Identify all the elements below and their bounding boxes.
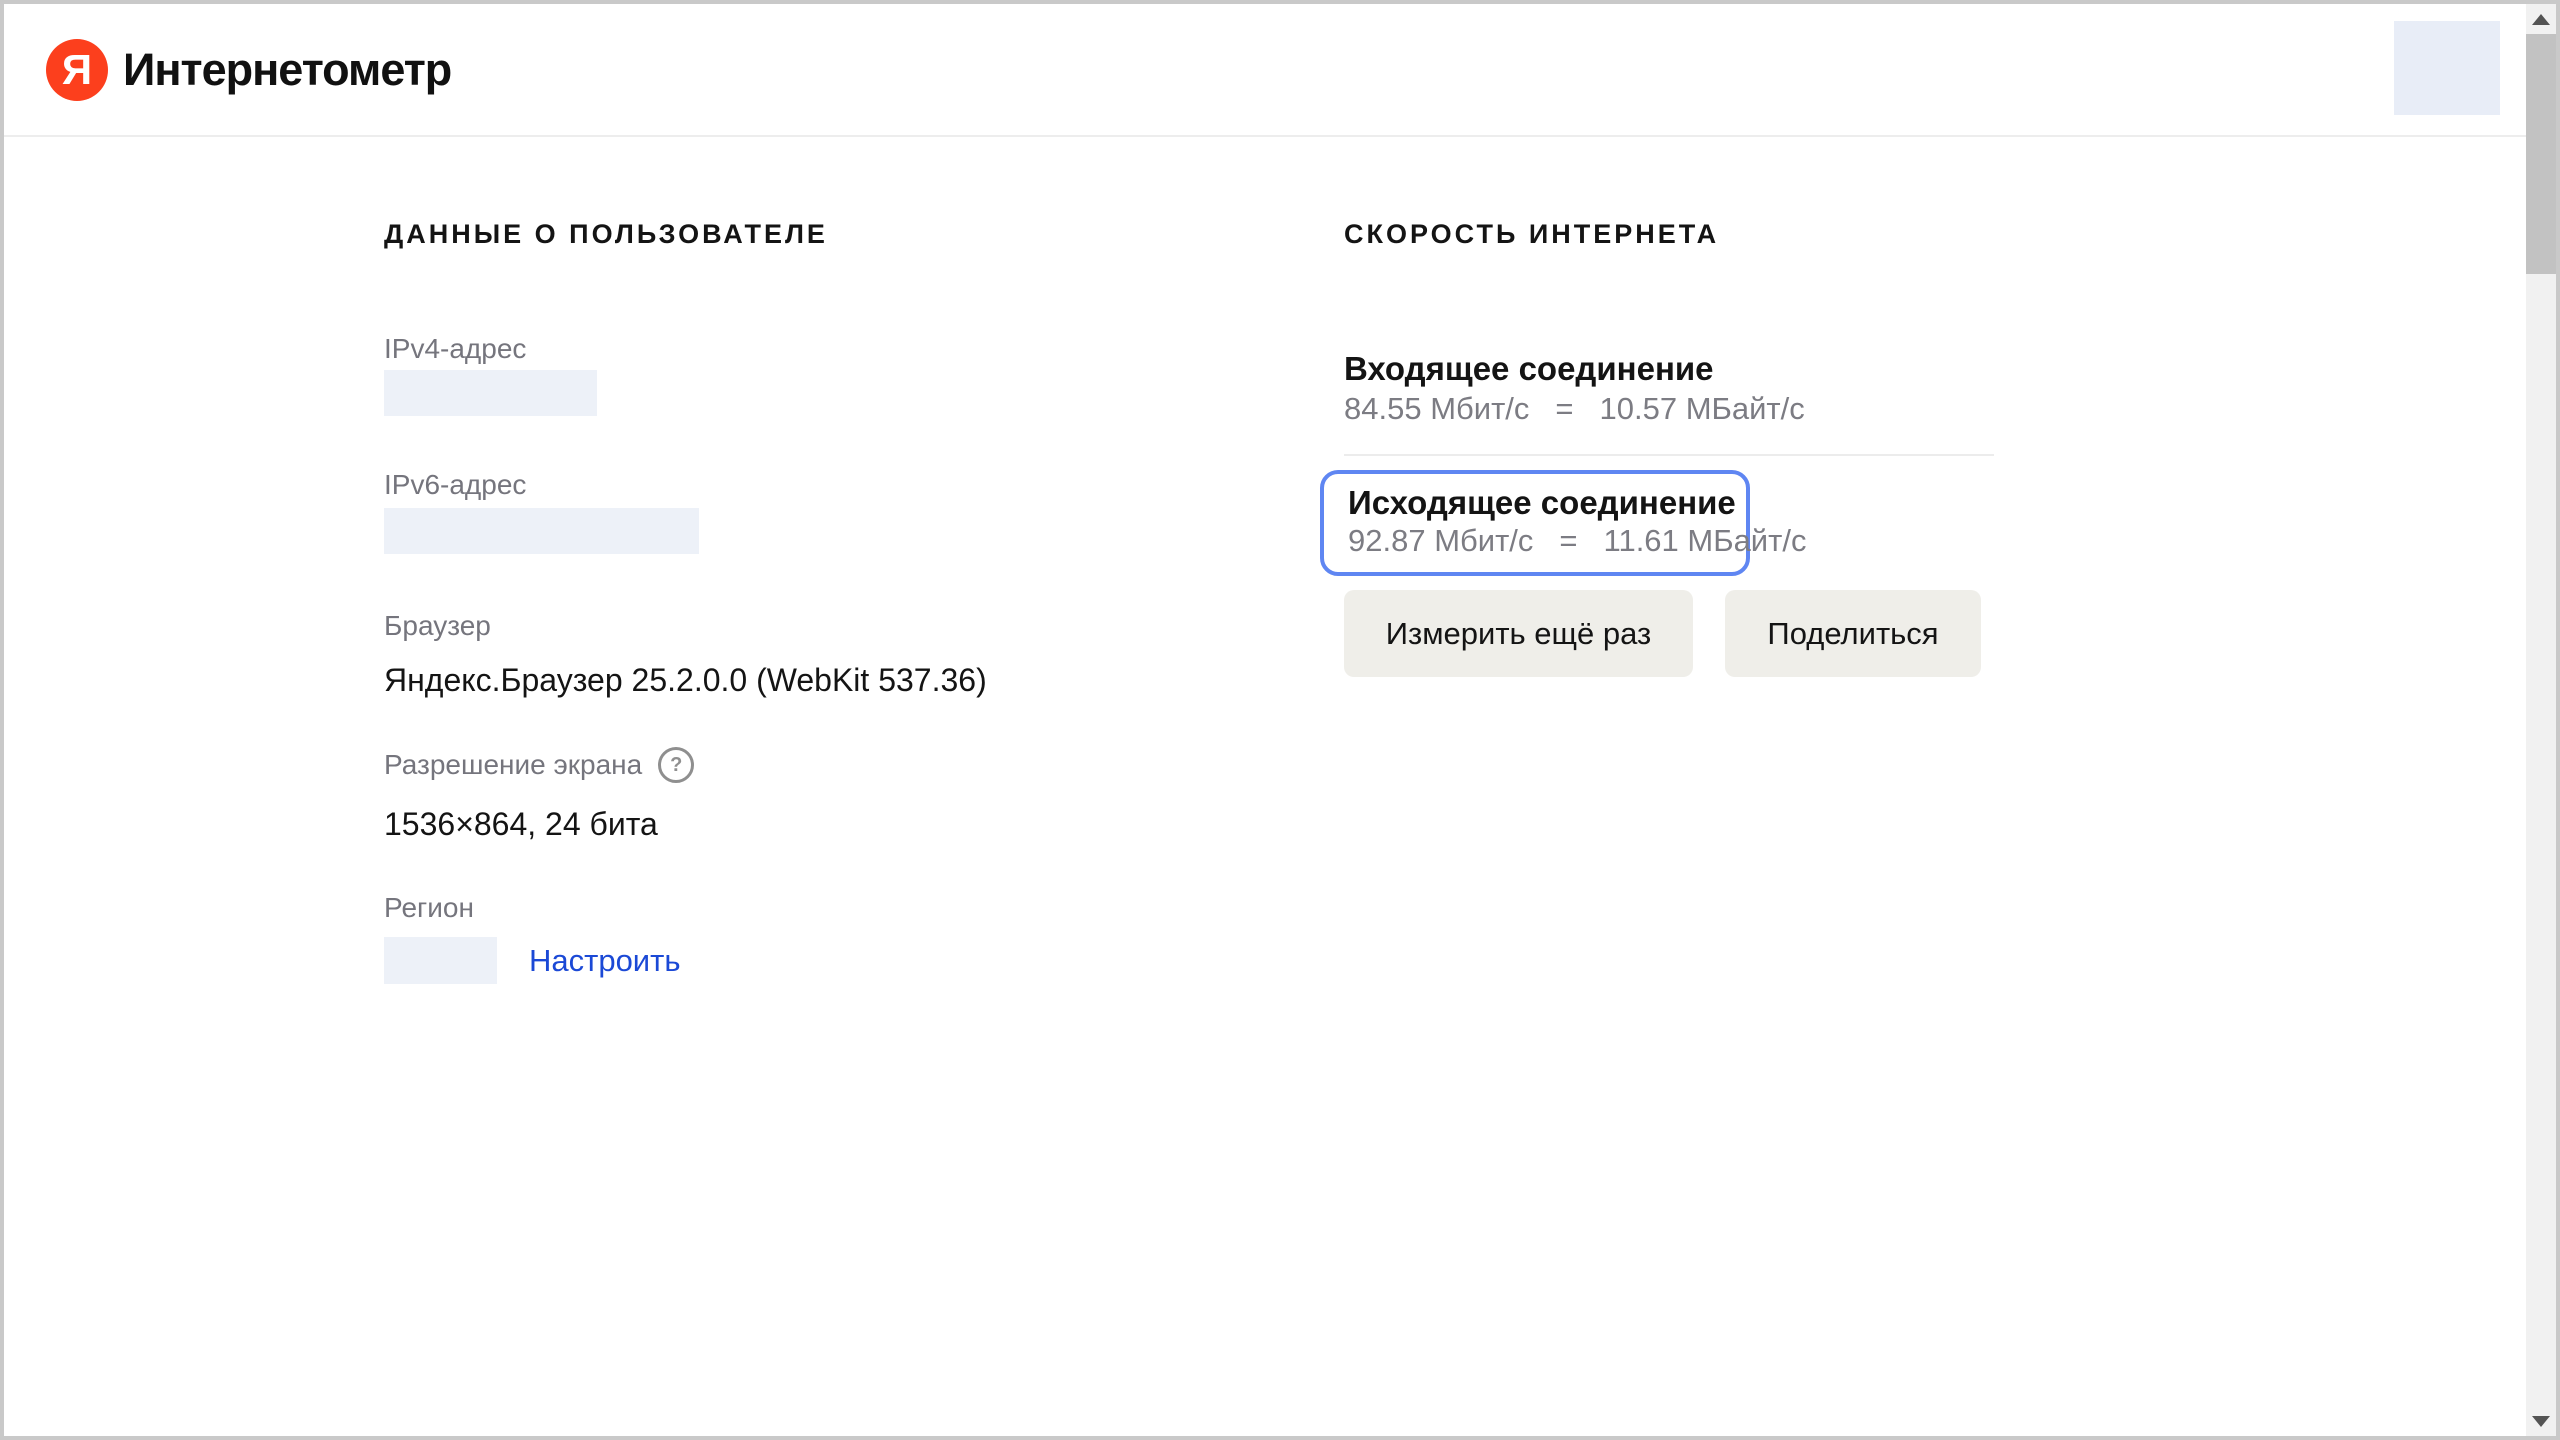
- header: Я Интернетометр: [4, 4, 2526, 137]
- scroll-down-arrow-icon: [2532, 1416, 2550, 1427]
- ipv6-label: IPv6-адрес: [384, 468, 1004, 502]
- ipv4-value-redacted: [384, 370, 597, 416]
- region-value-redacted: [384, 937, 497, 984]
- ipv4-label: IPv4-адрес: [384, 332, 1004, 366]
- region-configure-link[interactable]: Настроить: [529, 943, 680, 979]
- internet-speed-section: СКОРОСТЬ ИНТЕРНЕТА Входящее соединение 8…: [1344, 218, 1994, 677]
- scrollbar-down-button[interactable]: [2526, 1406, 2556, 1436]
- measure-again-button[interactable]: Измерить ещё раз: [1344, 590, 1693, 677]
- resolution-label-row: Разрешение экрана ?: [384, 747, 1004, 783]
- speed-actions-row: Измерить ещё раз Поделиться: [1344, 590, 1994, 677]
- header-banner-placeholder: [2394, 21, 2500, 115]
- download-mbit-value: 84.55 Мбит/с: [1344, 391, 1529, 426]
- vertical-scrollbar[interactable]: [2526, 4, 2556, 1436]
- equals-sign: =: [1555, 391, 1573, 426]
- equals-sign: =: [1559, 523, 1577, 558]
- download-connection-values: 84.55 Мбит/с = 10.57 МБайт/с: [1344, 392, 1994, 426]
- region-row: Настроить: [384, 937, 1004, 984]
- upload-mbyte-value: 11.61 МБайт/с: [1604, 523, 1807, 558]
- internetometer-page: Я Интернетометр ДАННЫЕ О ПОЛЬЗОВАТЕЛЕ IP…: [0, 0, 2560, 1440]
- region-label: Регион: [384, 891, 1004, 925]
- share-button[interactable]: Поделиться: [1725, 590, 1981, 677]
- upload-connection-values: 92.87 Мбит/с=11.61 МБайт/с: [1348, 524, 1746, 558]
- scroll-up-arrow-icon: [2532, 14, 2550, 25]
- upload-mbit-value: 92.87 Мбит/с: [1348, 523, 1533, 558]
- speed-divider: [1344, 454, 1994, 456]
- download-connection-title: Входящее соединение: [1344, 352, 1994, 386]
- user-data-section: ДАННЫЕ О ПОЛЬЗОВАТЕЛЕ IPv4-адрес IPv6-ад…: [384, 218, 1004, 984]
- scrollbar-thumb[interactable]: [2526, 34, 2556, 274]
- scrollbar-up-button[interactable]: [2526, 4, 2556, 34]
- user-data-section-title: ДАННЫЕ О ПОЛЬЗОВАТЕЛЕ: [384, 218, 1004, 250]
- upload-connection-title: Исходящее соединение: [1348, 486, 1746, 520]
- download-mbyte-value: 10.57 МБайт/с: [1600, 391, 1805, 426]
- resolution-value: 1536×864, 24 бита: [384, 805, 1004, 843]
- browser-label: Браузер: [384, 609, 1004, 643]
- help-question-icon[interactable]: ?: [658, 747, 694, 783]
- browser-value: Яндекс.Браузер 25.2.0.0 (WebKit 537.36): [384, 661, 1004, 699]
- internet-speed-section-title: СКОРОСТЬ ИНТЕРНЕТА: [1344, 218, 1994, 250]
- page-title: Интернетометр: [123, 44, 451, 96]
- upload-connection-card[interactable]: Исходящее соединение 92.87 Мбит/с=11.61 …: [1320, 470, 1750, 576]
- resolution-label: Разрешение экрана: [384, 748, 642, 782]
- yandex-logo-icon[interactable]: Я: [46, 39, 108, 101]
- ipv6-value-redacted: [384, 508, 699, 554]
